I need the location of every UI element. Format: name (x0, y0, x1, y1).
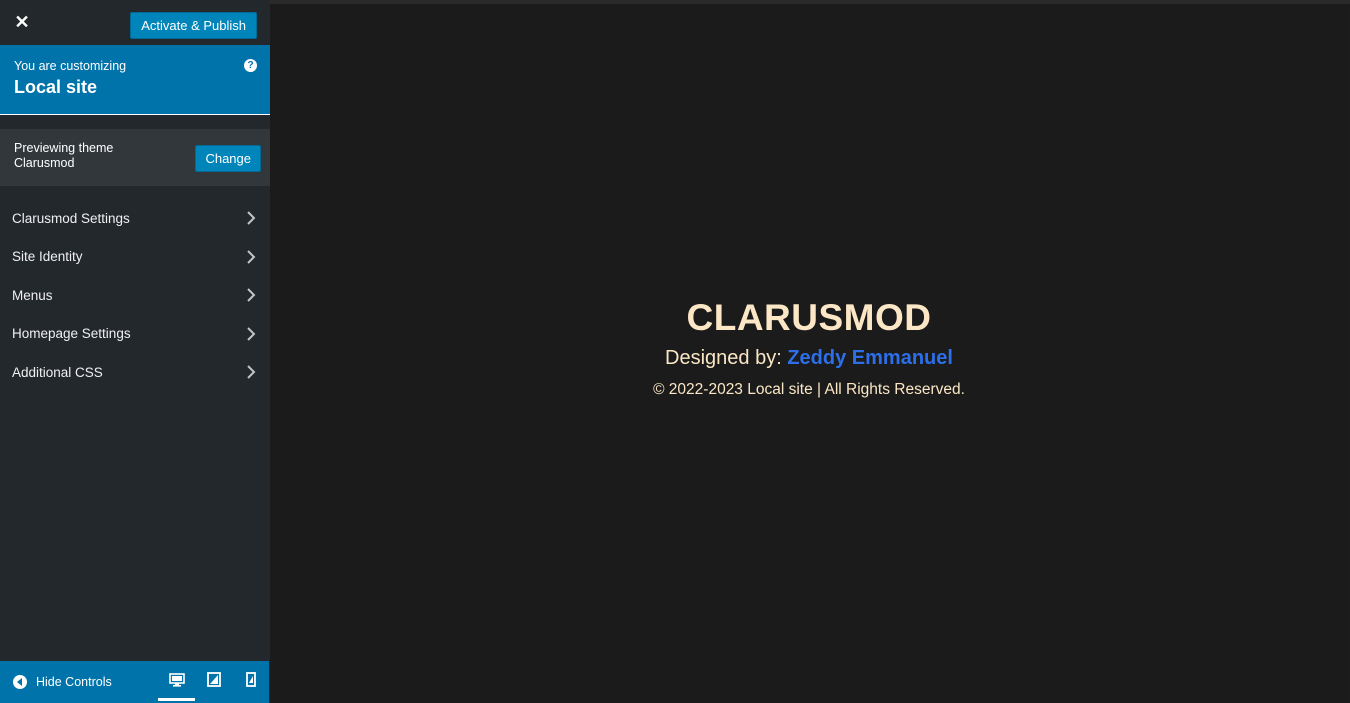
mobile-icon (245, 672, 256, 692)
designed-by-line: Designed by: Zeddy Emmanuel (270, 347, 1348, 370)
close-icon[interactable]: ✕ (8, 8, 36, 36)
menu-item-site-identity[interactable]: Site Identity (0, 238, 270, 277)
sidebar-header: ✕ Activate & Publish (0, 0, 270, 45)
change-theme-button[interactable]: Change (195, 145, 261, 172)
menu-item-menus[interactable]: Menus (0, 276, 270, 315)
chevron-right-icon (244, 211, 258, 225)
desktop-icon (168, 672, 185, 692)
chevron-right-icon (244, 288, 258, 302)
menu-item-label: Additional CSS (12, 364, 103, 380)
customizer-footer: Hide Controls (0, 661, 269, 703)
collapse-icon (13, 675, 27, 689)
menu-item-label: Site Identity (12, 249, 83, 265)
tablet-preview-button[interactable] (195, 661, 232, 703)
menu-item-label: Clarusmod Settings (12, 210, 130, 226)
hide-controls-label: Hide Controls (36, 675, 112, 689)
tablet-icon (206, 672, 221, 692)
customizer-sidebar: ✕ Activate & Publish You are customizing… (0, 0, 270, 703)
designed-by-prefix: Designed by: (665, 347, 782, 369)
menu-item-additional-css[interactable]: Additional CSS (0, 353, 270, 392)
device-preview-toggles (158, 661, 269, 703)
customizing-label: You are customizing (14, 59, 127, 73)
copyright-text: © 2022-2023 Local site | All Rights Rese… (653, 381, 965, 398)
chevron-right-icon (244, 365, 258, 379)
activate-publish-button[interactable]: Activate & Publish (130, 12, 257, 39)
preview-site-title: CLARUSMOD (686, 297, 932, 338)
menu-item-label: Menus (12, 287, 53, 303)
menu-item-homepage-settings[interactable]: Homepage Settings (0, 315, 270, 354)
preview-footer-content: CLARUSMOD Designed by: Zeddy Emmanuel © … (270, 297, 1348, 399)
menu-item-label: Homepage Settings (12, 326, 131, 342)
chevron-right-icon (244, 250, 258, 264)
designer-link[interactable]: Zeddy Emmanuel (787, 347, 953, 369)
site-preview-frame: CLARUSMOD Designed by: Zeddy Emmanuel © … (270, 4, 1348, 703)
help-icon[interactable]: ? (244, 59, 257, 72)
hide-controls-button[interactable]: Hide Controls (13, 675, 112, 689)
site-name: Local site (14, 77, 98, 97)
customizing-info: You are customizing Local site ? (0, 45, 270, 115)
theme-preview-box: Previewing theme Clarusmod Change (0, 129, 270, 186)
menu-item-clarusmod-settings[interactable]: Clarusmod Settings (0, 199, 270, 238)
chevron-right-icon (244, 327, 258, 341)
desktop-preview-button[interactable] (158, 661, 195, 703)
section-divider (0, 115, 270, 129)
mobile-preview-button[interactable] (232, 661, 269, 703)
customizer-menu: Clarusmod Settings Site Identity Menus H… (0, 199, 270, 392)
